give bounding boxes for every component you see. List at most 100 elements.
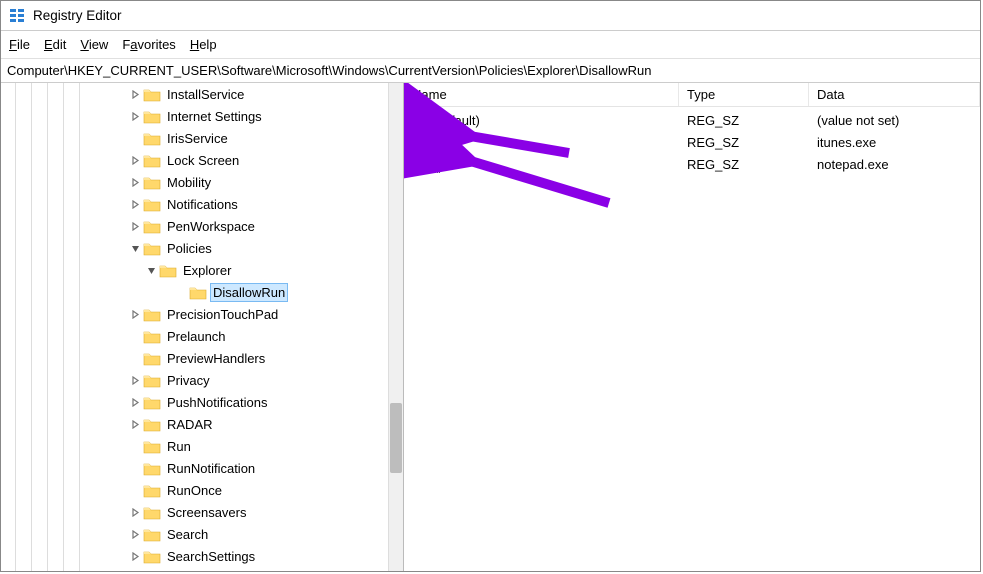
expander-icon[interactable]: [129, 308, 141, 320]
tree-item-internet-settings[interactable]: Internet Settings: [1, 105, 403, 127]
value-data: (value not set): [809, 113, 980, 128]
value-row[interactable]: ab 1REG_SZitunes.exe: [404, 131, 980, 153]
expander-icon[interactable]: [129, 154, 141, 166]
folder-icon: [143, 549, 161, 564]
string-value-icon: ab: [410, 156, 426, 172]
address-text: Computer\HKEY_CURRENT_USER\Software\Micr…: [7, 63, 651, 78]
value-row[interactable]: ab 2REG_SZnotepad.exe: [404, 153, 980, 175]
tree-item-label: Lock Screen: [165, 152, 241, 169]
folder-icon: [143, 461, 161, 476]
menu-edit[interactable]: Edit: [44, 37, 66, 52]
value-row[interactable]: ab (Default)REG_SZ(value not set): [404, 109, 980, 131]
tree-item-installservice[interactable]: InstallService: [1, 83, 403, 105]
folder-icon: [143, 505, 161, 520]
folder-icon: [143, 329, 161, 344]
tree-item-lock-screen[interactable]: Lock Screen: [1, 149, 403, 171]
tree-item-label: RunOnce: [165, 482, 224, 499]
tree-item-mobility[interactable]: Mobility: [1, 171, 403, 193]
expander-icon[interactable]: [129, 176, 141, 188]
tree-item-precisiontouchpad[interactable]: PrecisionTouchPad: [1, 303, 403, 325]
tree-item-privacy[interactable]: Privacy: [1, 369, 403, 391]
tree-item-label: Screensavers: [165, 504, 248, 521]
expander-icon[interactable]: [129, 242, 141, 254]
tree-item-label: RADAR: [165, 416, 215, 433]
menu-file[interactable]: File: [9, 37, 30, 52]
tree-item-searchsettings[interactable]: SearchSettings: [1, 545, 403, 567]
value-name: 1: [430, 135, 437, 150]
tree-item-label: DisallowRun: [211, 284, 287, 301]
expander-icon[interactable]: [129, 88, 141, 100]
folder-icon: [143, 307, 161, 322]
expander-icon[interactable]: [129, 110, 141, 122]
folder-icon: [143, 219, 161, 234]
svg-text:ab: ab: [413, 160, 422, 169]
tree-pane: InstallService Internet Settings IrisSer…: [1, 83, 404, 571]
expander-icon: [129, 132, 141, 144]
folder-icon: [143, 197, 161, 212]
tree-item-label: Mobility: [165, 174, 213, 191]
tree-item-previewhandlers[interactable]: PreviewHandlers: [1, 347, 403, 369]
tree-item-irisservice[interactable]: IrisService: [1, 127, 403, 149]
tree-item-run[interactable]: Run: [1, 435, 403, 457]
expander-icon[interactable]: [129, 528, 141, 540]
expander-icon[interactable]: [129, 418, 141, 430]
tree-item-policies[interactable]: Policies: [1, 237, 403, 259]
tree-item-search[interactable]: Search: [1, 523, 403, 545]
expander-icon[interactable]: [129, 506, 141, 518]
tree-scrollbar-thumb[interactable]: [390, 403, 402, 473]
expander-icon[interactable]: [129, 396, 141, 408]
expander-icon[interactable]: [129, 220, 141, 232]
tree-item-pushnotifications[interactable]: PushNotifications: [1, 391, 403, 413]
tree-item-label: PreviewHandlers: [165, 350, 267, 367]
tree-scrollbar[interactable]: [388, 83, 403, 571]
expander-icon[interactable]: [129, 550, 141, 562]
column-header-name[interactable]: Name: [404, 83, 679, 106]
folder-icon: [143, 351, 161, 366]
tree-item-label: Policies: [165, 240, 214, 257]
column-header-data[interactable]: Data: [809, 83, 980, 106]
expander-icon: [129, 440, 141, 452]
expander-icon: [129, 330, 141, 342]
folder-icon: [143, 417, 161, 432]
menu-favorites[interactable]: Favorites: [122, 37, 175, 52]
tree-item-explorer[interactable]: Explorer: [1, 259, 403, 281]
svg-text:ab: ab: [413, 116, 422, 125]
tree-item-label: IrisService: [165, 130, 230, 147]
tree-item-notifications[interactable]: Notifications: [1, 193, 403, 215]
folder-icon: [143, 131, 161, 146]
tree-item-runonce[interactable]: RunOnce: [1, 479, 403, 501]
svg-text:ab: ab: [413, 138, 422, 147]
tree-item-runnotification[interactable]: RunNotification: [1, 457, 403, 479]
folder-icon: [143, 153, 161, 168]
tree-item-label: InstallService: [165, 86, 246, 103]
expander-icon[interactable]: [129, 374, 141, 386]
folder-icon: [189, 285, 207, 300]
tree-item-label: Notifications: [165, 196, 240, 213]
column-header-type[interactable]: Type: [679, 83, 809, 106]
string-value-icon: ab: [410, 112, 426, 128]
tree-item-label: SearchSettings: [165, 548, 257, 565]
tree-item-label: Prelaunch: [165, 328, 228, 345]
tree-item-label: Explorer: [181, 262, 233, 279]
folder-icon: [143, 87, 161, 102]
tree-item-radar[interactable]: RADAR: [1, 413, 403, 435]
tree-item-label: PrecisionTouchPad: [165, 306, 280, 323]
value-type: REG_SZ: [679, 113, 809, 128]
expander-icon: [129, 462, 141, 474]
menu-help[interactable]: Help: [190, 37, 217, 52]
address-bar[interactable]: Computer\HKEY_CURRENT_USER\Software\Micr…: [1, 59, 980, 83]
tree-item-penworkspace[interactable]: PenWorkspace: [1, 215, 403, 237]
folder-icon: [159, 263, 177, 278]
tree-item-screensavers[interactable]: Screensavers: [1, 501, 403, 523]
expander-icon[interactable]: [145, 264, 157, 276]
tree-item-disallowrun[interactable]: DisallowRun: [1, 281, 403, 303]
tree-item-label: Internet Settings: [165, 108, 264, 125]
menu-view[interactable]: View: [80, 37, 108, 52]
tree-item-prelaunch[interactable]: Prelaunch: [1, 325, 403, 347]
window-title: Registry Editor: [33, 8, 122, 23]
tree-item-label: PushNotifications: [165, 394, 269, 411]
expander-icon[interactable]: [129, 198, 141, 210]
tree-item-label: Privacy: [165, 372, 212, 389]
folder-icon: [143, 373, 161, 388]
menubar: File Edit View Favorites Help: [1, 31, 980, 59]
